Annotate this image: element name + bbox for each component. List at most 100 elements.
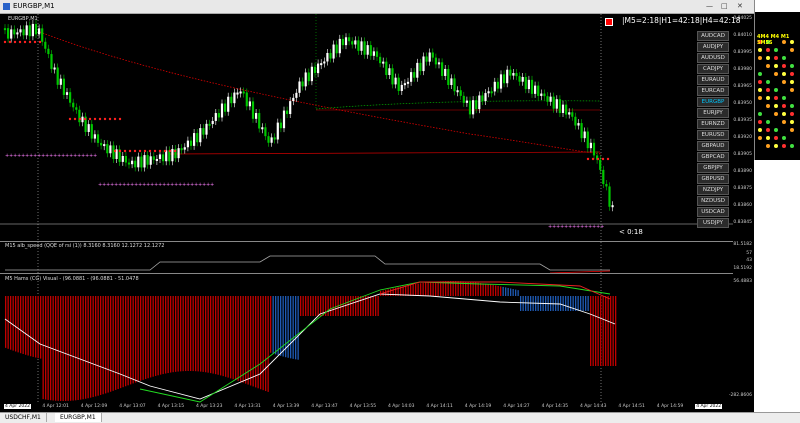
candle-body bbox=[512, 73, 515, 76]
pane-separator[interactable] bbox=[0, 273, 733, 274]
symbol-button[interactable]: GBPCAD bbox=[697, 152, 729, 162]
price-tick: 0.83965 bbox=[733, 84, 752, 89]
chart-tabs: USDCHF,M1 EURGBP,M1 bbox=[0, 412, 800, 423]
symbol-button[interactable]: EURJPY bbox=[697, 108, 729, 118]
signal-light bbox=[774, 128, 778, 132]
symbol-button[interactable]: EURAUD bbox=[697, 75, 729, 85]
candle-body bbox=[478, 95, 481, 110]
time-tick: 4 Apr 2022 bbox=[695, 404, 723, 409]
price-chart[interactable]: + + + + + + + + + + + + + + + + + + + + + + ++ + + + + + + + + + + + + + + + +… bbox=[0, 14, 733, 412]
histogram-bar bbox=[592, 296, 594, 366]
histogram-bar bbox=[235, 296, 237, 381]
price-tick: 0.83860 bbox=[733, 203, 752, 208]
symbol-button[interactable]: GBPAUD bbox=[697, 141, 729, 151]
symbol-button[interactable]: NZDJPY bbox=[697, 185, 729, 195]
symbol-button[interactable]: EURNZD bbox=[697, 119, 729, 129]
histogram-bar bbox=[442, 281, 444, 296]
scale-label: 18.5192 bbox=[733, 266, 752, 271]
histogram-bar bbox=[157, 296, 159, 376]
price-scale[interactable]: 0.84025 0.84010 0.83995 0.83980 0.83965 0.839… bbox=[733, 14, 754, 241]
time-tick: 4 Apr 12:01 bbox=[42, 404, 69, 409]
histogram-bar bbox=[277, 296, 279, 356]
tab-eurgbp[interactable]: EURGBP,M1 bbox=[55, 413, 102, 422]
histogram-bar bbox=[377, 296, 379, 316]
histogram-bar bbox=[35, 296, 37, 358]
candle-body bbox=[351, 41, 354, 45]
candle-body bbox=[251, 101, 255, 119]
scale-label: -282.8606 bbox=[728, 393, 752, 398]
signal-dot bbox=[163, 149, 167, 153]
histogram-bar bbox=[195, 296, 197, 372]
histogram-bar bbox=[45, 296, 47, 400]
signal-dot bbox=[586, 157, 590, 161]
histogram-bar bbox=[435, 281, 437, 296]
candle-body bbox=[255, 113, 258, 119]
histogram-bar bbox=[425, 282, 427, 296]
candle-body bbox=[261, 127, 264, 130]
signal-light bbox=[790, 72, 794, 76]
candle-body bbox=[475, 100, 478, 110]
candle-body bbox=[158, 154, 162, 159]
minimize-icon[interactable]: — bbox=[706, 0, 713, 13]
signal-dot bbox=[143, 149, 147, 153]
histogram-bar bbox=[332, 296, 334, 316]
candle-body bbox=[552, 96, 555, 109]
symbol-button[interactable]: GBPJPY bbox=[697, 163, 729, 173]
candle-body bbox=[264, 127, 267, 137]
histogram-bar bbox=[315, 296, 317, 316]
histogram-bar bbox=[600, 296, 602, 366]
candle-body bbox=[106, 144, 109, 154]
candle-body bbox=[93, 134, 96, 139]
signal-dot bbox=[133, 149, 137, 153]
signal-light bbox=[790, 88, 794, 92]
histogram-bar bbox=[85, 296, 87, 399]
symbol-button[interactable]: EURUSD bbox=[697, 130, 729, 140]
pane-separator[interactable] bbox=[0, 241, 733, 242]
symbol-button[interactable]: USDCAD bbox=[697, 207, 729, 217]
symbol-button[interactable]: GBPUSD bbox=[697, 174, 729, 184]
histogram-bar bbox=[360, 296, 362, 316]
histogram-bar bbox=[75, 296, 77, 401]
candle-body bbox=[397, 77, 400, 91]
indicator1-line bbox=[5, 255, 610, 271]
histogram-bar bbox=[502, 286, 504, 296]
candle-body bbox=[183, 147, 186, 150]
histogram-bar bbox=[192, 296, 194, 372]
candle-body bbox=[317, 63, 320, 74]
histogram-bar bbox=[410, 284, 412, 296]
symbol-button[interactable]: EURGBP bbox=[697, 97, 729, 107]
histogram-bar bbox=[150, 296, 152, 378]
close-icon[interactable]: ✕ bbox=[737, 0, 743, 13]
candle-body bbox=[580, 123, 583, 139]
histogram-bar bbox=[320, 296, 322, 316]
maximize-icon[interactable]: □ bbox=[721, 0, 728, 13]
signal-dot bbox=[596, 157, 600, 161]
tab-usdchf[interactable]: USDCHF,M1 bbox=[0, 413, 47, 422]
candle-body bbox=[589, 142, 592, 149]
candle-body bbox=[459, 90, 462, 96]
candle-body bbox=[41, 28, 44, 42]
histogram-bar bbox=[175, 296, 177, 372]
candle-body bbox=[506, 69, 509, 84]
histogram-bar bbox=[245, 296, 247, 384]
histogram-bar bbox=[292, 296, 294, 359]
histogram-bar bbox=[340, 296, 342, 316]
candle-body bbox=[56, 67, 59, 85]
histogram-bar bbox=[265, 296, 267, 392]
candle-body bbox=[344, 37, 348, 46]
symbol-button[interactable]: EURCAD bbox=[697, 86, 729, 96]
symbol-button[interactable]: CADJPY bbox=[697, 64, 729, 74]
symbol-button[interactable]: AUDJPY bbox=[697, 42, 729, 52]
symbol-button[interactable]: AUDCAD bbox=[697, 31, 729, 41]
symbol-button[interactable]: USDJPY bbox=[697, 218, 729, 228]
signal-dot bbox=[118, 149, 122, 153]
time-axis[interactable]: 4 Apr 2022 4 Apr 12:01 4 Apr 12:09 4 Apr 13… bbox=[0, 403, 733, 412]
candle-body bbox=[403, 83, 406, 86]
histogram-bar bbox=[225, 296, 227, 377]
histogram-bar bbox=[240, 296, 242, 382]
symbol-button[interactable]: NZDUSD bbox=[697, 196, 729, 206]
histogram-bar bbox=[147, 296, 149, 379]
candle-body bbox=[140, 156, 143, 168]
time-tick: 4 Apr 13:15 bbox=[157, 404, 185, 409]
symbol-button[interactable]: AUDUSD bbox=[697, 53, 729, 63]
